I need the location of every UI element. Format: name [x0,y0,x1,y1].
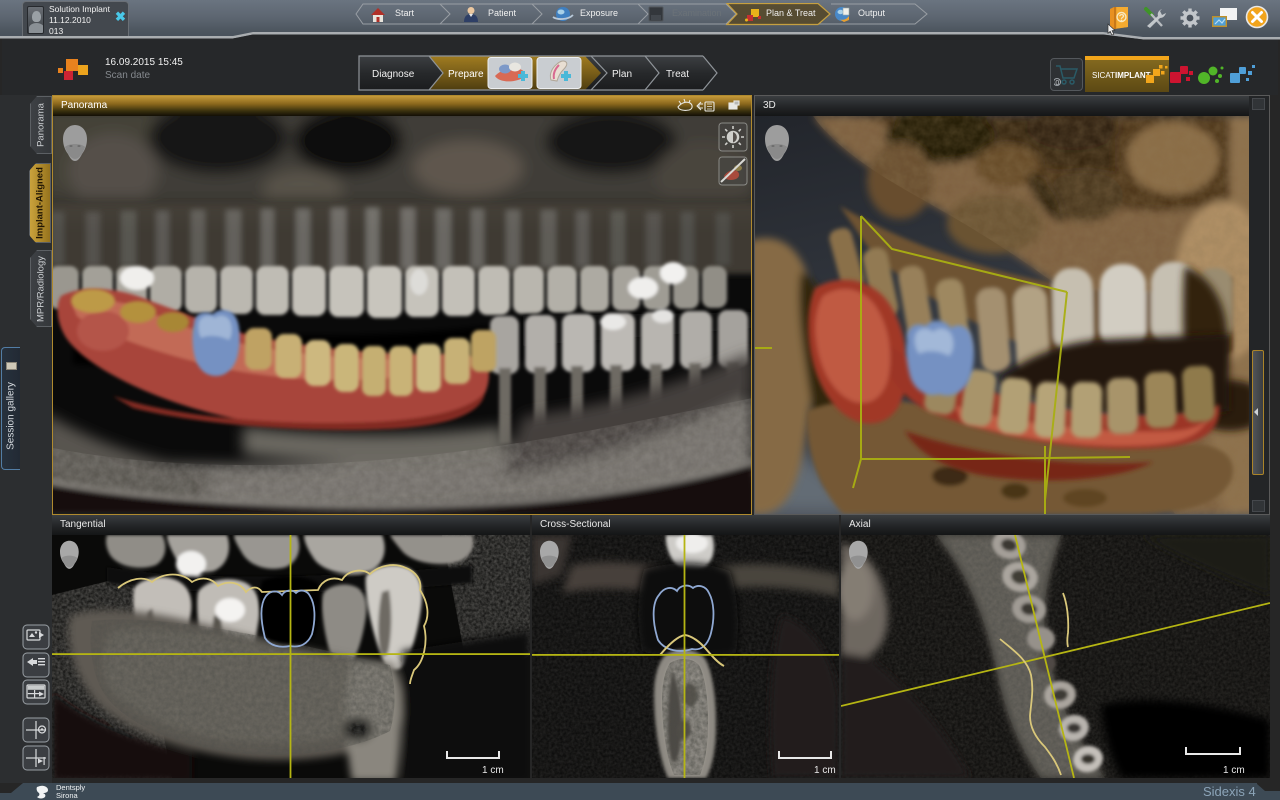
svg-text:1 cm: 1 cm [482,765,504,776]
svg-text:Treat: Treat [666,69,689,80]
svg-text:?: ? [1119,13,1125,24]
svg-text:Plan: Plan [612,69,632,80]
svg-text:1 cm: 1 cm [814,765,836,776]
svg-text:1 cm: 1 cm [1223,765,1245,776]
svg-text:Prepare: Prepare [448,69,484,80]
svg-text:Diagnose: Diagnose [372,69,415,80]
svg-text:0: 0 [1055,80,1059,87]
